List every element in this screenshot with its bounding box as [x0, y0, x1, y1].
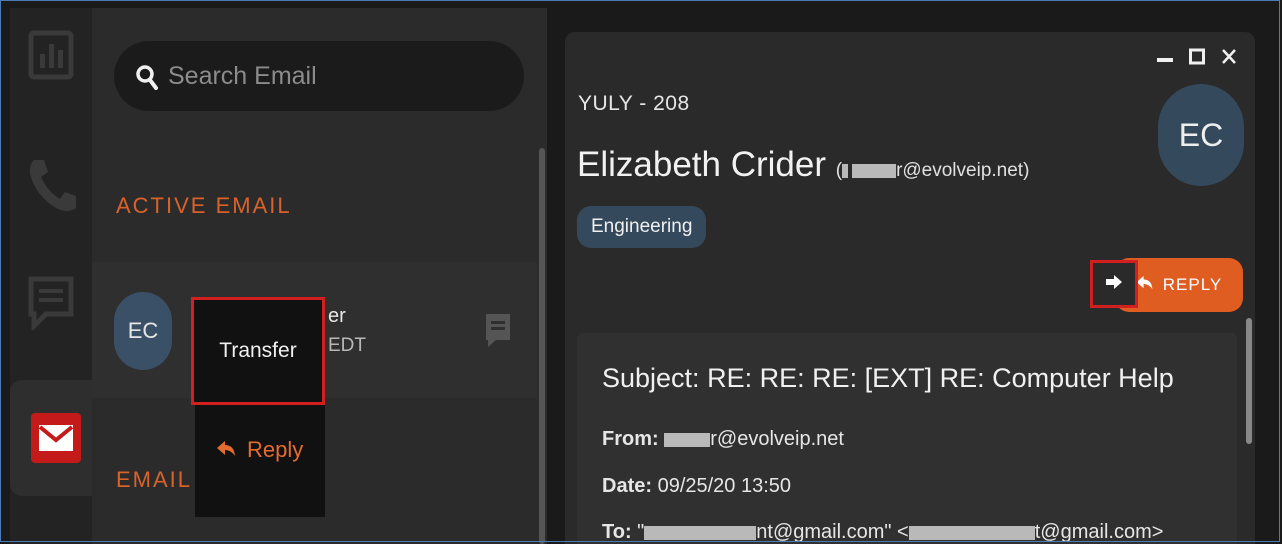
transfer-button[interactable]	[1090, 260, 1138, 308]
search-input[interactable]	[166, 59, 500, 93]
detail-scrollbar[interactable]	[1246, 318, 1252, 444]
email-from: From: r@evolveip.net	[602, 428, 844, 450]
row-sender-name: er	[328, 305, 346, 327]
reply-arrow-icon	[217, 437, 235, 463]
reply-button-label: REPLY	[1162, 275, 1223, 294]
mail-icon	[31, 413, 81, 463]
email-detail-panel: YULY - 208 Elizabeth Crider (r@evolveip.…	[565, 32, 1255, 544]
email-body: Subject: RE: RE: RE: [EXT] RE: Computer …	[577, 333, 1237, 544]
transfer-menu-item[interactable]: Transfer	[191, 297, 325, 405]
search-box	[114, 41, 524, 111]
close-icon[interactable]	[1221, 46, 1237, 72]
email-subject: Subject: RE: RE: RE: [EXT] RE: Computer …	[602, 363, 1174, 393]
email-date: Date: 09/25/20 13:50	[602, 475, 792, 497]
message-icon[interactable]	[484, 312, 512, 353]
reply-menu-item[interactable]: Reply	[217, 437, 303, 463]
phone-icon[interactable]	[24, 158, 78, 212]
row-timestamp: EDT	[328, 335, 366, 356]
email-to: To: " nt@gmail.com" < t@gmail.com>	[602, 521, 1164, 543]
list-scrollbar[interactable]	[539, 148, 545, 544]
sender-avatar: EC	[1158, 84, 1244, 186]
chat-icon[interactable]	[24, 276, 78, 330]
department-tag: Engineering	[577, 206, 707, 248]
maximize-icon[interactable]	[1189, 46, 1205, 72]
sender-line: Elizabeth Crider (r@evolveip.net)	[577, 145, 1029, 185]
minimize-icon[interactable]	[1157, 46, 1173, 72]
nav-rail	[10, 8, 102, 544]
ticket-id: YULY - 208	[578, 92, 690, 115]
section-email: EMAIL	[116, 467, 193, 492]
context-menu: Transfer Reply	[191, 297, 325, 517]
avatar: EC	[114, 292, 172, 370]
sender-email: (r@evolveip.net)	[835, 160, 1030, 181]
sender-name: Elizabeth Crider	[577, 145, 826, 184]
forward-arrow-icon	[1106, 274, 1122, 294]
mail-nav-item[interactable]	[10, 380, 102, 496]
reply-arrow-icon	[1136, 275, 1153, 295]
reply-menu-label: Reply	[247, 437, 304, 462]
section-active-email: ACTIVE EMAIL	[116, 193, 292, 218]
search-icon	[136, 65, 158, 96]
stats-icon[interactable]	[24, 28, 78, 82]
